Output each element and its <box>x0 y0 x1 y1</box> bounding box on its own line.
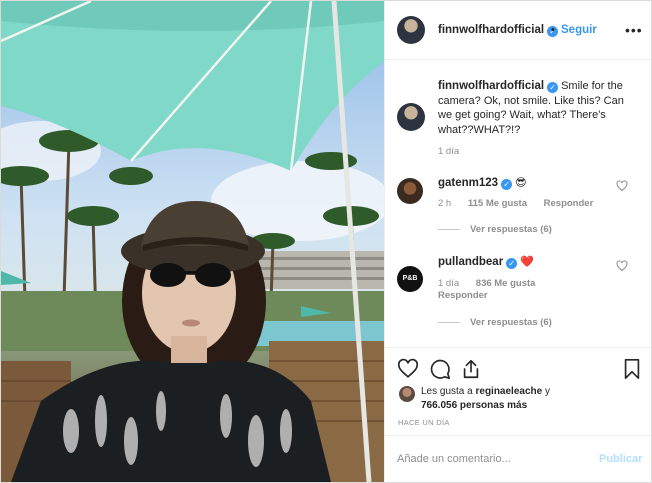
follow-button[interactable]: Seguir <box>561 24 597 36</box>
verified-badge-icon: ✓ <box>547 82 559 93</box>
comment-like-heart-icon[interactable] <box>616 180 628 192</box>
comment-username-text[interactable]: pullandbear <box>438 256 503 268</box>
post-side-panel: finnwolfhardofficial ✓ • Seguir ••• finnw… <box>384 1 651 482</box>
post-caption: finnwolfhardofficial ✓ Smile for the camer… <box>438 79 638 137</box>
comment-username-text[interactable]: gatenm123 <box>438 177 498 189</box>
comment-like-heart-icon[interactable] <box>616 260 628 272</box>
comment-emoji: ❤️ <box>520 256 534 268</box>
comment-username[interactable]: pullandbear ✓ <box>438 256 518 269</box>
comment-line: pullandbear ✓ ❤️ <box>438 255 534 269</box>
post-photo[interactable] <box>1 1 384 482</box>
view-replies-button[interactable]: Ver respuestas (6) <box>438 224 552 235</box>
view-replies-button[interactable]: Ver respuestas (6) <box>438 317 552 328</box>
likes-user[interactable]: reginaeleache <box>475 386 542 397</box>
verified-badge-icon: ✓ <box>506 258 518 269</box>
avatar[interactable] <box>397 178 423 204</box>
comments-list[interactable]: finnwolfhardofficial ✓ Smile for the camer… <box>385 60 651 346</box>
reply-button[interactable]: Responder <box>544 198 594 209</box>
comment-likes[interactable]: 836 Me gusta <box>476 278 536 289</box>
bookmark-icon[interactable] <box>621 358 643 380</box>
avatar[interactable] <box>399 386 415 402</box>
add-comment-bar: Publicar <box>385 435 651 482</box>
comment-input[interactable] <box>397 451 587 467</box>
comment-meta-reply: Responder <box>438 290 488 301</box>
heart-icon[interactable] <box>397 358 419 380</box>
more-options-icon[interactable]: ••• <box>625 22 643 38</box>
post-time-ago[interactable]: HACE UN DÍA <box>398 418 450 427</box>
caption-time: 1 día <box>438 146 460 157</box>
avatar[interactable] <box>397 103 425 131</box>
comment-likes[interactable]: 115 Me gusta <box>468 198 527 209</box>
post-username[interactable]: finnwolfhardofficial ✓ <box>438 24 559 37</box>
photo-illustration <box>1 1 384 482</box>
avatar[interactable] <box>397 16 425 44</box>
likes-prefix: Les gusta a <box>421 386 476 397</box>
comment-time: 1 día <box>438 278 460 289</box>
post-actions: Les gusta a reginaeleache y 766.056 pers… <box>385 347 651 413</box>
likes-count[interactable]: 766.056 personas más <box>421 400 527 411</box>
share-icon[interactable] <box>460 358 482 380</box>
comment-emoji: 😎 <box>515 177 527 189</box>
verified-badge-icon: ✓ <box>501 179 513 190</box>
comment-meta: 2 h 115 Me gusta Responder <box>438 198 593 209</box>
likes-summary: Les gusta a reginaeleache y 766.056 pers… <box>421 385 641 413</box>
comment-line: gatenm123 ✓ 😎 <box>438 176 527 190</box>
comment-time: 2 h <box>438 198 452 209</box>
reply-button[interactable]: Responder <box>438 290 488 301</box>
post-modal: finnwolfhardofficial ✓ • Seguir ••• finnw… <box>0 0 652 483</box>
post-username-text[interactable]: finnwolfhardofficial <box>438 24 544 36</box>
comment-icon[interactable] <box>429 358 451 380</box>
comment-meta: 1 día 836 Me gusta <box>438 278 535 289</box>
caption-username[interactable]: finnwolfhardofficial ✓ <box>438 80 559 93</box>
separator-dot: • <box>551 24 555 36</box>
publish-button[interactable]: Publicar <box>599 453 642 465</box>
avatar[interactable]: P&B <box>397 266 423 292</box>
post-header: finnwolfhardofficial ✓ • Seguir ••• <box>385 1 651 60</box>
likes-joiner: y <box>542 386 550 397</box>
comment-username[interactable]: gatenm123 ✓ <box>438 177 513 190</box>
caption-username-text[interactable]: finnwolfhardofficial <box>438 80 544 92</box>
